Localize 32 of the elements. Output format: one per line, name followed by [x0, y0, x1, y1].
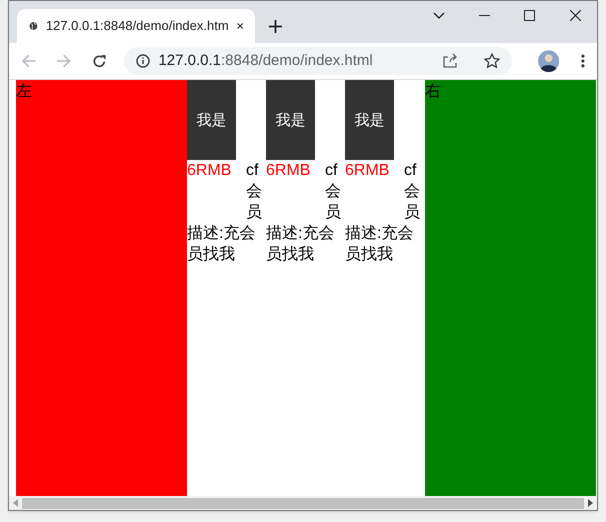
- product-name: cf会员: [246, 161, 263, 223]
- product-image: 我是: [345, 80, 394, 160]
- reload-icon[interactable]: [92, 54, 106, 68]
- price: 6RMB: [345, 161, 390, 181]
- tab-title: 127.0.0.1:8848/demo/index.htm: [46, 17, 229, 36]
- star-icon[interactable]: [484, 53, 500, 69]
- close-icon[interactable]: [236, 21, 243, 31]
- menu-icon[interactable]: [581, 54, 585, 68]
- scroll-right-icon[interactable]: [588, 499, 593, 507]
- price: 6RMB: [187, 161, 232, 181]
- chevron-down-icon[interactable]: [433, 12, 445, 20]
- product-description: 描述:充会员找我: [345, 224, 414, 265]
- product-image: 我是: [266, 80, 315, 160]
- product-description: 描述:充会员找我: [266, 224, 336, 265]
- product-name: cf会员: [325, 161, 342, 223]
- scrollbar-thumb[interactable]: [22, 498, 584, 508]
- new-tab-icon[interactable]: [269, 20, 282, 33]
- info-icon[interactable]: [136, 54, 150, 68]
- globe-icon: [29, 19, 38, 33]
- product-description: 描述:充会员找我: [187, 224, 256, 265]
- panel-label: 右: [425, 83, 441, 100]
- maximize-icon[interactable]: [524, 10, 535, 21]
- address-bar[interactable]: 127.0.0.1:8848/demo/index.html: [124, 47, 512, 75]
- url-text: 127.0.0.1:8848/demo/index.html: [158, 50, 374, 71]
- product-image: 我是: [187, 80, 236, 160]
- share-icon[interactable]: [442, 53, 458, 69]
- panel-label: 左: [16, 83, 32, 100]
- browser-tab[interactable]: 127.0.0.1:8848/demo/index.htm: [17, 9, 255, 43]
- product-name: cf会员: [404, 161, 421, 223]
- avatar-icon[interactable]: [538, 50, 560, 72]
- close-icon[interactable]: [570, 10, 581, 21]
- price: 6RMB: [266, 161, 310, 181]
